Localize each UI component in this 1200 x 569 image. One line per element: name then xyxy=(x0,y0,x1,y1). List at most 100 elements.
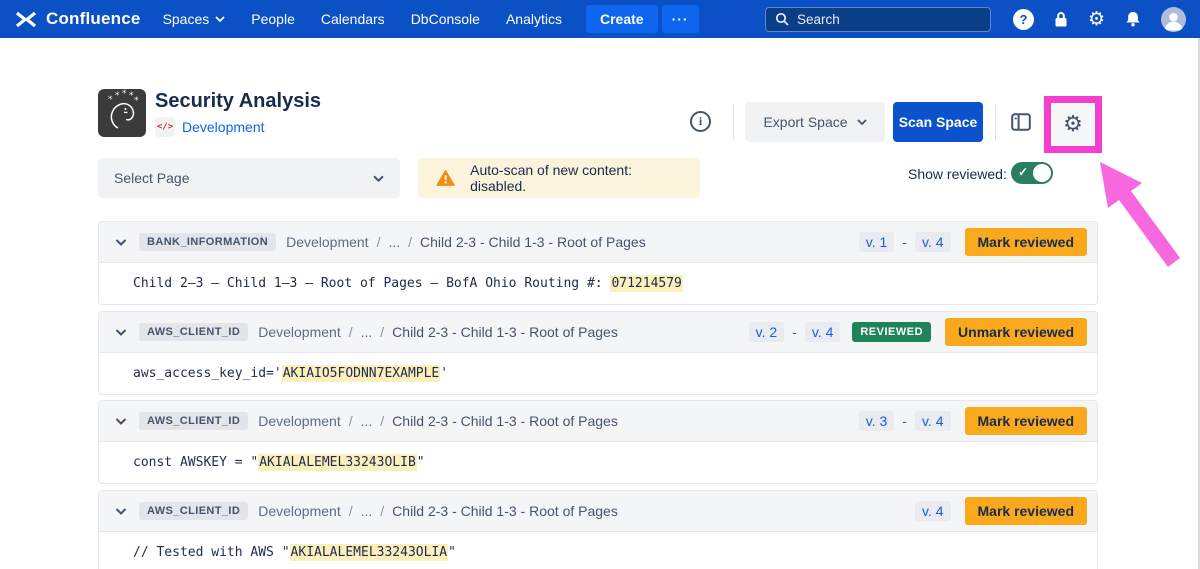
version-pill[interactable]: v. 4 xyxy=(915,232,951,252)
space-settings-gear-button[interactable]: ⚙ xyxy=(1052,104,1094,145)
version-pill[interactable]: v. 4 xyxy=(805,322,841,342)
breadcrumb-space[interactable]: Development xyxy=(258,413,341,429)
mark-reviewed-button[interactable]: Mark reviewed xyxy=(965,228,1088,256)
info-icon[interactable]: i xyxy=(690,111,711,132)
annotation-pointer-arrow xyxy=(1086,150,1186,275)
matched-secret-highlight: AKIALALEMEL33243OLIB xyxy=(258,454,417,471)
confluence-logo-icon xyxy=(14,11,38,28)
breadcrumb-ellipsis[interactable]: ... xyxy=(388,234,400,250)
version-pill[interactable]: v. 1 xyxy=(859,232,895,252)
breadcrumb-page[interactable]: Child 2-3 - Child 1-3 - Root of Pages xyxy=(392,413,618,429)
space-link-development[interactable]: Development xyxy=(182,119,265,135)
top-navbar: Confluence Spaces People Calendars DbCon… xyxy=(0,0,1200,38)
finding-card: AWS_CLIENT_ID Development / ... / Child … xyxy=(98,400,1098,484)
finding-code-line: aws_access_key_id='AKIAIO5FODNN7EXAMPLE' xyxy=(99,353,1097,394)
finding-type-badge: AWS_CLIENT_ID xyxy=(139,412,248,430)
version-pill[interactable]: v. 2 xyxy=(749,322,785,342)
breadcrumb-space[interactable]: Development xyxy=(286,234,369,250)
unmark-reviewed-button[interactable]: Unmark reviewed xyxy=(945,318,1087,346)
mark-reviewed-button[interactable]: Mark reviewed xyxy=(965,407,1088,435)
nav-icon-cluster: ? ⚙ xyxy=(1013,7,1186,32)
check-icon: ✓ xyxy=(1018,165,1028,179)
lock-icon[interactable] xyxy=(1053,11,1069,28)
warning-triangle-icon xyxy=(436,169,455,187)
collapse-chevron-icon[interactable] xyxy=(113,329,129,336)
breadcrumb-space[interactable]: Development xyxy=(258,324,341,340)
breadcrumb: Development / ... / Child 2-3 - Child 1-… xyxy=(258,324,618,340)
page-title: Security Analysis xyxy=(155,90,321,113)
version-pill[interactable]: v. 4 xyxy=(915,411,951,431)
admin-gear-icon[interactable]: ⚙ xyxy=(1088,10,1105,29)
finding-type-badge: AWS_CLIENT_ID xyxy=(139,323,248,341)
search-placeholder: Search xyxy=(797,12,840,27)
nav-links: Spaces People Calendars DbConsole Analyt… xyxy=(163,11,562,27)
finding-code-line: // Tested with AWS "AKIALALEMEL33243OLIA… xyxy=(99,532,1097,569)
nav-item-people[interactable]: People xyxy=(251,11,295,27)
breadcrumb: Development / ... / Child 2-3 - Child 1-… xyxy=(286,234,646,250)
svg-text:*: * xyxy=(108,95,113,105)
collapse-chevron-icon[interactable] xyxy=(113,508,129,515)
show-reviewed-toggle[interactable]: ✓ xyxy=(1011,162,1053,184)
confluence-brand[interactable]: Confluence xyxy=(14,9,141,29)
divider xyxy=(995,104,996,140)
autoscan-warning-text: Auto-scan of new content: disabled. xyxy=(470,162,682,194)
finding-type-badge: BANK_INFORMATION xyxy=(139,233,276,251)
export-space-button[interactable]: Export Space xyxy=(745,102,885,142)
create-button[interactable]: Create xyxy=(586,5,658,33)
finding-header: AWS_CLIENT_ID Development / ... / Child … xyxy=(99,491,1097,532)
code-chip-icon: </> xyxy=(155,117,175,137)
select-page-dropdown[interactable]: Select Page xyxy=(98,158,400,198)
mark-reviewed-button[interactable]: Mark reviewed xyxy=(965,497,1088,525)
chevron-down-icon xyxy=(373,175,384,182)
user-avatar[interactable] xyxy=(1161,7,1186,32)
nav-item-dbconsole[interactable]: DbConsole xyxy=(411,11,480,27)
finding-code-line: Child 2–3 – Child 1–3 – Root of Pages – … xyxy=(99,263,1097,304)
collapse-chevron-icon[interactable] xyxy=(113,418,129,425)
breadcrumb-ellipsis[interactable]: ... xyxy=(361,324,373,340)
finding-card: BANK_INFORMATION Development / ... / Chi… xyxy=(98,221,1098,305)
confluence-security-analysis-page: Confluence Spaces People Calendars DbCon… xyxy=(0,0,1200,569)
finding-header: AWS_CLIENT_ID Development / ... / Child … xyxy=(99,401,1097,442)
version-pill[interactable]: v. 4 xyxy=(915,501,951,521)
brand-name: Confluence xyxy=(46,9,141,29)
finding-actions: v. 2 - v. 4 REVIEWED Unmark reviewed xyxy=(749,318,1087,346)
more-menu-button[interactable]: ··· xyxy=(662,5,699,33)
matched-secret-highlight: AKIAIO5FODNN7EXAMPLE xyxy=(282,365,441,382)
help-icon[interactable]: ? xyxy=(1013,9,1034,30)
finding-actions: v. 4 Mark reviewed xyxy=(915,497,1087,525)
space-avatar[interactable]: *** ** xyxy=(98,89,146,137)
breadcrumb-page[interactable]: Child 2-3 - Child 1-3 - Root of Pages xyxy=(420,234,646,250)
finding-type-badge: AWS_CLIENT_ID xyxy=(139,502,248,520)
svg-text:*: * xyxy=(122,89,127,99)
scan-space-button[interactable]: Scan Space xyxy=(893,102,983,142)
chevron-down-icon xyxy=(857,119,867,125)
annotation-highlight-box: ⚙ xyxy=(1044,96,1102,153)
nav-item-analytics[interactable]: Analytics xyxy=(506,11,562,27)
version-pill[interactable]: v. 3 xyxy=(859,411,895,431)
breadcrumb-ellipsis[interactable]: ... xyxy=(361,413,373,429)
breadcrumb-page[interactable]: Child 2-3 - Child 1-3 - Root of Pages xyxy=(392,324,618,340)
sidebar-toggle-button[interactable] xyxy=(1003,106,1039,138)
nav-item-calendars[interactable]: Calendars xyxy=(321,11,385,27)
breadcrumb-space[interactable]: Development xyxy=(258,503,341,519)
finding-header: BANK_INFORMATION Development / ... / Chi… xyxy=(99,222,1097,263)
show-reviewed-label: Show reviewed: xyxy=(908,166,1007,182)
finding-code-line: const AWSKEY = "AKIALALEMEL33243OLIB" xyxy=(99,442,1097,483)
breadcrumb: Development / ... / Child 2-3 - Child 1-… xyxy=(258,413,618,429)
divider xyxy=(733,104,734,140)
finding-card: AWS_CLIENT_ID Development / ... / Child … xyxy=(98,311,1098,395)
matched-secret-highlight: 071214579 xyxy=(610,275,682,292)
breadcrumb-page[interactable]: Child 2-3 - Child 1-3 - Root of Pages xyxy=(392,503,618,519)
toggle-knob xyxy=(1033,164,1051,182)
matched-secret-highlight: AKIALALEMEL33243OLIA xyxy=(290,544,449,561)
svg-text:*: * xyxy=(115,91,120,101)
reviewed-status-badge: REVIEWED xyxy=(852,322,931,342)
sidebar-layout-icon xyxy=(1011,113,1031,131)
breadcrumb-ellipsis[interactable]: ... xyxy=(361,503,373,519)
search-input[interactable]: Search xyxy=(765,7,991,32)
autoscan-warning-banner: Auto-scan of new content: disabled. xyxy=(418,158,700,198)
svg-text:*: * xyxy=(134,96,139,106)
nav-item-spaces[interactable]: Spaces xyxy=(163,11,226,27)
notifications-bell-icon[interactable] xyxy=(1124,10,1142,28)
collapse-chevron-icon[interactable] xyxy=(113,239,129,246)
